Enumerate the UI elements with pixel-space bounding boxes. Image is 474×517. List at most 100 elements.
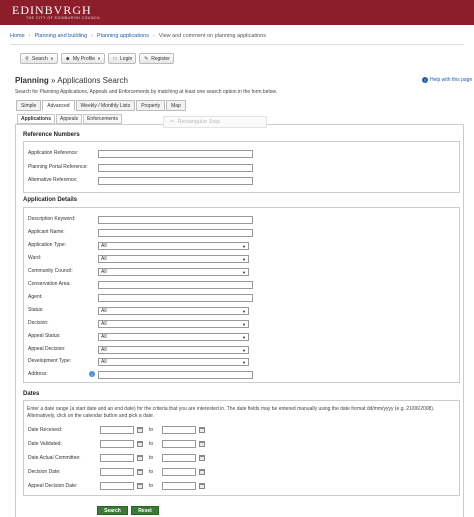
date-received-to-input[interactable] [162,426,196,434]
calendar-icon[interactable] [199,469,205,475]
breadcrumb-home[interactable]: Home [10,33,25,39]
appeal-decision-date-to-input[interactable] [162,482,196,490]
calendar-icon[interactable] [137,427,143,433]
help-link-label: Help with this page [430,77,473,83]
appeal-status-value: All [101,334,107,340]
calendar-icon[interactable] [137,483,143,489]
tab-advanced[interactable]: Advanced [42,100,75,111]
alternative-reference-input[interactable] [98,177,253,185]
site-header: EDINBVRGH THE CITY OF EDINBURGH COUNCIL [0,0,474,25]
tab-simple[interactable]: Simple [16,100,42,111]
date-range-to-label: to [149,427,154,433]
subtab-applications[interactable]: Applications [17,114,56,124]
page-title-separator: » [51,76,56,85]
conservation-area-input[interactable] [98,281,253,289]
date-received-label: Date Received: [28,427,63,433]
application-type-select[interactable]: All ▼ [98,242,249,250]
page-title: Planning » Applications Search [15,76,128,85]
page-intro: Search for Planning Applications, Appeal… [15,89,278,95]
community-council-value: All [101,269,107,275]
breadcrumb-planning-applications[interactable]: Planning applications [97,33,149,39]
application-type-label: Application Type: [28,242,66,248]
application-reference-input[interactable] [98,150,253,158]
address-label: Address: [28,371,48,377]
date-received-from-input[interactable] [100,426,134,434]
breadcrumb-separator: › [91,33,93,39]
register-button[interactable]: ✎ Register [139,53,174,64]
calendar-icon[interactable] [137,441,143,447]
date-actual-committee-from-input[interactable] [100,454,134,462]
calendar-icon[interactable] [199,483,205,489]
breadcrumb-separator: › [152,33,155,39]
breadcrumb-divider [10,44,464,45]
appeal-decision-label: Appeal Decision: [28,346,66,352]
decision-select[interactable]: All ▼ [98,320,249,328]
chevron-down-icon: ▼ [242,322,246,327]
breadcrumb-planning-building[interactable]: Planning and building [35,33,88,39]
snip-overlay[interactable]: ✂ Rectangular Snip [163,116,267,128]
appeal-status-select[interactable]: All ▼ [98,333,249,341]
user-toolbar: ⚲ Search ▼ ☻ My Profile ▼ □ Login ✎ Regi… [20,53,174,64]
decision-date-label: Decision Date: [28,469,61,475]
appeal-status-label: Appeal Status: [28,333,61,339]
calendar-icon[interactable] [199,455,205,461]
tab-map[interactable]: Map [166,100,186,111]
calendar-icon[interactable] [137,469,143,475]
applicant-name-input[interactable] [98,229,253,237]
tab-property[interactable]: Property [136,100,166,111]
calendar-icon[interactable] [137,455,143,461]
date-validated-to-input[interactable] [162,440,196,448]
ward-select[interactable]: All ▼ [98,255,249,263]
address-input[interactable] [98,371,253,379]
description-keyword-label: Description Keyword: [28,216,76,222]
community-council-select[interactable]: All ▼ [98,268,249,276]
help-link[interactable]: ? Help with this page [422,77,472,83]
dates-intro: Enter a date range (a start date and an … [27,406,435,419]
status-select[interactable]: All ▼ [98,307,249,315]
subtab-enforcements[interactable]: Enforcements [83,114,122,124]
search-subtabs: Applications Appeals Enforcements [17,114,122,124]
applicant-name-label: Applicant Name: [28,229,65,235]
info-icon[interactable]: i [89,371,95,377]
search-button[interactable]: Search [97,506,128,515]
date-actual-committee-label: Date Actual Committee: [28,455,81,461]
search-menu-button[interactable]: ⚲ Search ▼ [20,53,58,64]
status-value: All [101,308,107,314]
ward-label: Ward: [28,255,42,261]
application-details-heading: Application Details [23,197,78,203]
appeal-decision-select[interactable]: All ▼ [98,346,249,354]
calendar-icon[interactable] [199,427,205,433]
login-label: Login [120,55,133,62]
login-button[interactable]: □ Login [108,53,137,64]
appeal-decision-date-from-input[interactable] [100,482,134,490]
decision-date-from-input[interactable] [100,468,134,476]
application-type-value: All [101,243,107,249]
dates-heading: Dates [23,391,40,397]
calendar-icon[interactable] [199,441,205,447]
planning-portal-reference-label: Planning Portal Reference: [28,164,88,170]
agent-input[interactable] [98,294,253,302]
my-profile-button[interactable]: ☻ My Profile ▼ [60,53,106,64]
breadcrumb-current: View and comment on planning application… [158,33,267,39]
development-type-select[interactable]: All ▼ [98,358,249,366]
chevron-down-icon: ▼ [242,244,246,249]
subtab-appeals[interactable]: Appeals [56,114,83,124]
breadcrumb: Home › Planning and building › Planning … [10,31,464,41]
reference-numbers-heading: Reference Numbers [23,132,80,138]
search-tabs: Simple Advanced Weekly / Monthly Lists P… [16,100,186,111]
search-icon: ⚲ [25,55,29,62]
planning-portal-reference-input[interactable] [98,164,253,172]
conservation-area-label: Conservation Area: [28,281,71,287]
decision-date-to-input[interactable] [162,468,196,476]
register-label: Register [151,55,170,62]
date-validated-from-input[interactable] [100,440,134,448]
reset-button[interactable]: Reset [131,506,159,515]
chevron-down-icon: ▼ [97,56,102,61]
tab-weekly-monthly-lists[interactable]: Weekly / Monthly Lists [75,100,136,111]
date-range-to-label: to [149,441,154,447]
date-validated-label: Date Validated: [28,441,62,447]
snip-icon: ✂ [170,119,175,125]
date-actual-committee-to-input[interactable] [162,454,196,462]
ward-value: All [101,256,107,262]
description-keyword-input[interactable] [98,216,253,224]
